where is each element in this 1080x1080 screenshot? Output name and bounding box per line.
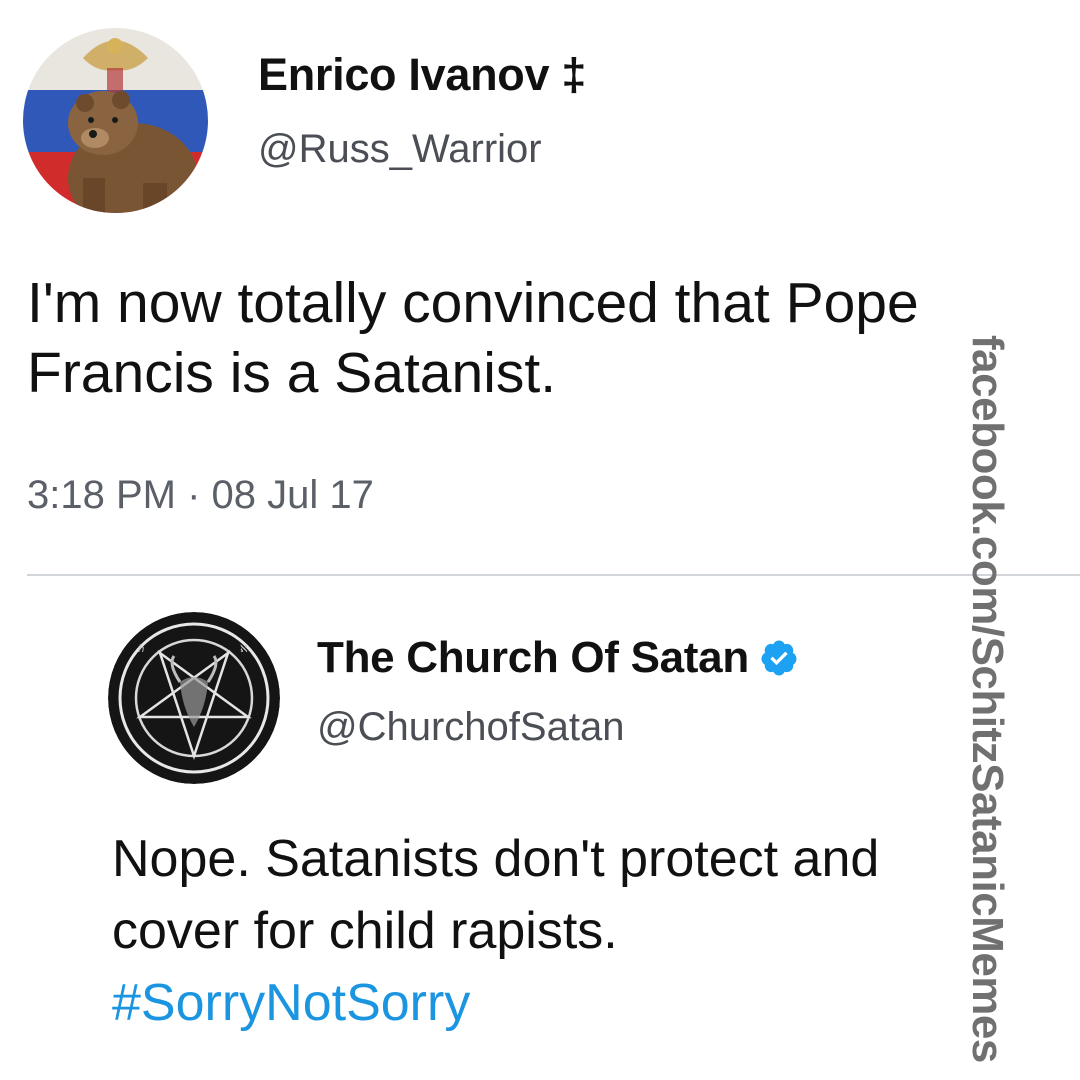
verified-badge-icon bbox=[759, 638, 799, 678]
reply-text: Nope. Satanists don't protect and cover … bbox=[112, 823, 992, 1039]
svg-text:ℏ: ℏ bbox=[138, 644, 144, 655]
watermark: facebook.com/SchitzSatanicMemes bbox=[963, 335, 1012, 1063]
reply-name-row: The Church Of Satan bbox=[317, 633, 799, 683]
original-tweet: Enrico Ivanov ‡ @Russ_Warrior I'm now to… bbox=[0, 0, 1080, 575]
user-avatar[interactable] bbox=[23, 28, 208, 213]
divider bbox=[27, 574, 1080, 576]
author-name[interactable]: Enrico Ivanov ‡ bbox=[258, 49, 586, 101]
reply-author-handle[interactable]: @ChurchofSatan bbox=[317, 705, 624, 750]
reply-body: Nope. Satanists don't protect and cover … bbox=[112, 830, 880, 960]
tweet-timestamp[interactable]: 3:18 PM · 08 Jul 17 bbox=[27, 473, 374, 518]
baphomet-sigil-icon: ℏ ℵ bbox=[108, 612, 280, 784]
reply-author-name[interactable]: The Church Of Satan bbox=[317, 633, 749, 683]
hashtag-link[interactable]: #SorryNotSorry bbox=[112, 967, 992, 1039]
reply-avatar[interactable]: ℏ ℵ bbox=[108, 612, 280, 784]
bear-avatar-image bbox=[23, 28, 208, 213]
author-handle[interactable]: @Russ_Warrior bbox=[258, 127, 542, 172]
tweet-text: I'm now totally convinced that Pope Fran… bbox=[27, 271, 919, 405]
svg-text:ℵ: ℵ bbox=[240, 644, 248, 655]
